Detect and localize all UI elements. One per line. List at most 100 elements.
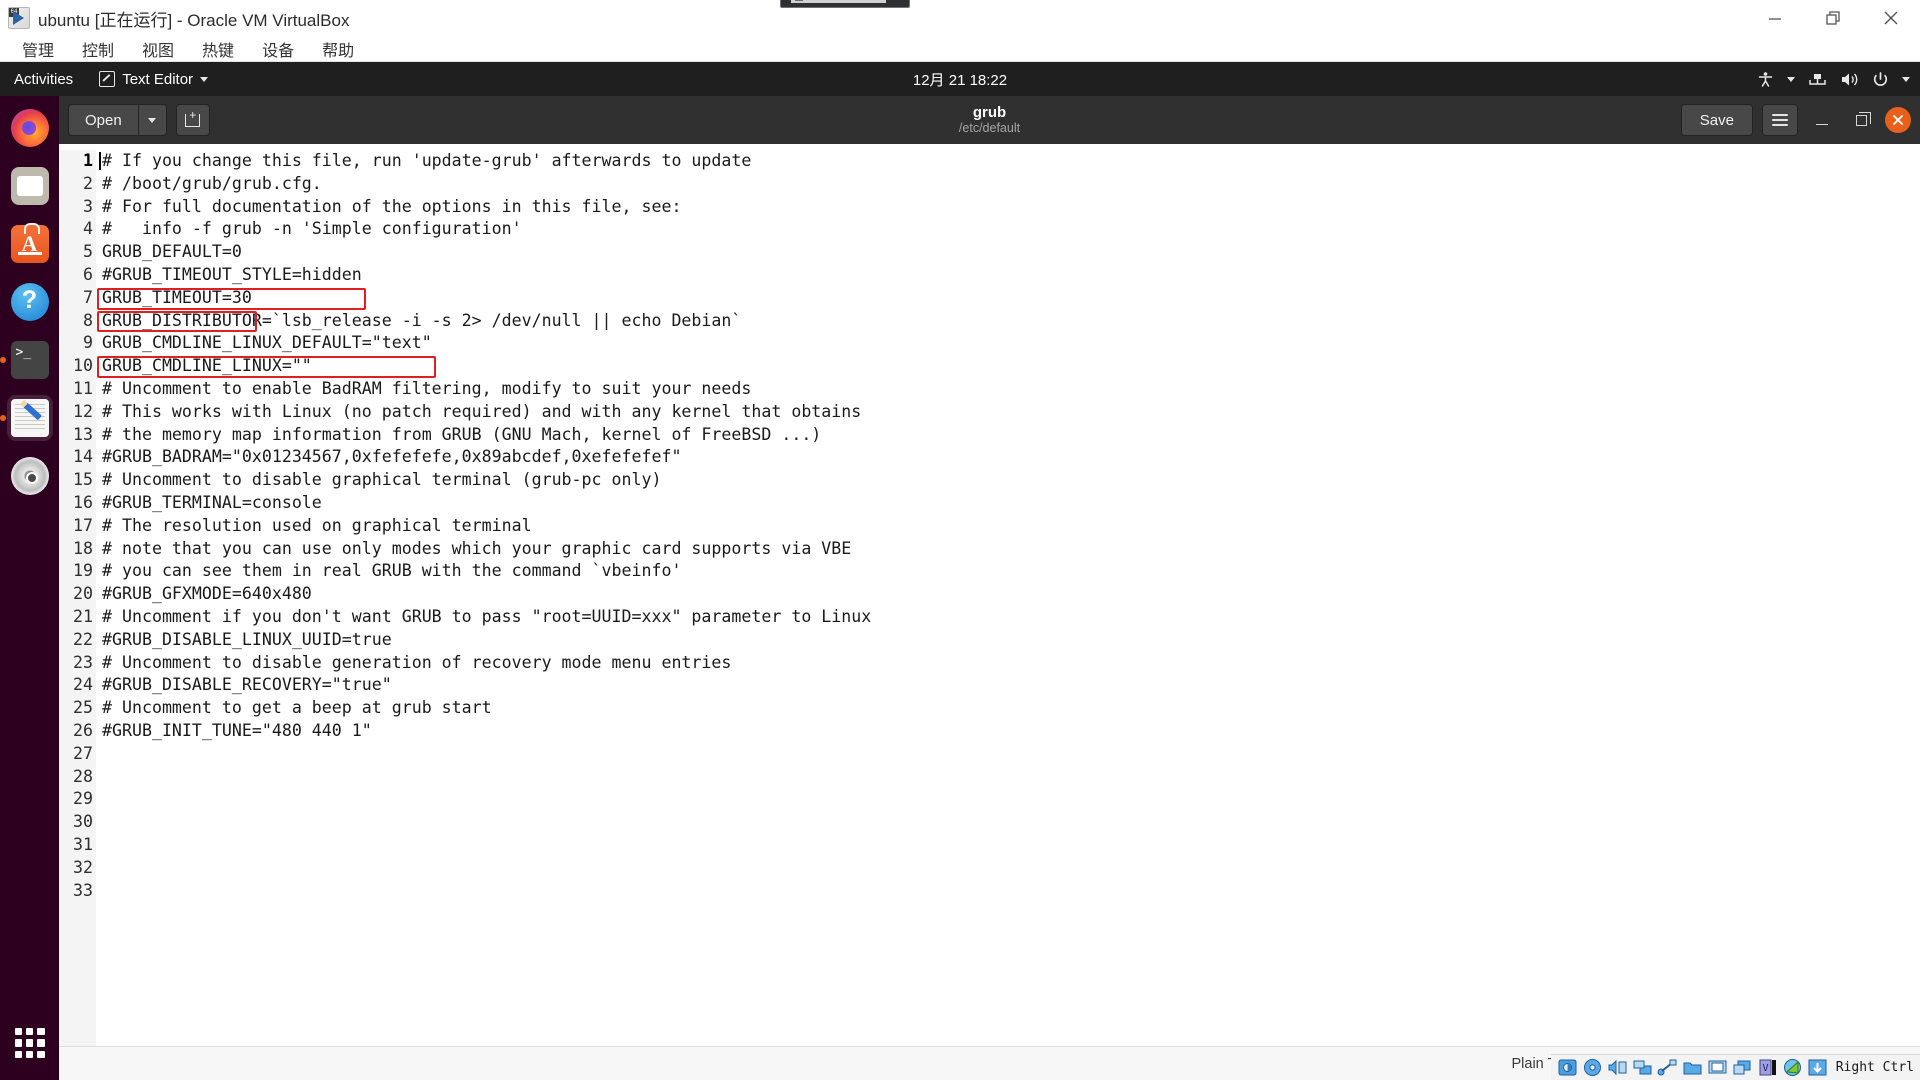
- code-line[interactable]: # Uncomment to enable BadRAM filtering, …: [102, 378, 1920, 401]
- menu-item-control[interactable]: 控制: [68, 37, 128, 61]
- dock-item-terminal[interactable]: [0, 337, 53, 383]
- dock-item-firefox[interactable]: [7, 105, 53, 151]
- new-document-button[interactable]: [175, 104, 210, 136]
- page-title: grub: [972, 103, 1007, 121]
- ubuntu-dock: [0, 96, 59, 1080]
- system-tray[interactable]: [1757, 71, 1910, 88]
- dock-item-help[interactable]: [7, 279, 53, 325]
- mouse-integration-icon[interactable]: [1782, 1058, 1803, 1077]
- line-number: 13: [73, 424, 93, 444]
- mini-preview-bar: [791, 0, 886, 3]
- optical-disk-icon[interactable]: [1582, 1058, 1603, 1077]
- code-line[interactable]: #GRUB_BADRAM="0x01234567,0xfefefefe,0x89…: [102, 446, 1920, 469]
- line-number: 28: [73, 766, 93, 786]
- clock[interactable]: 12月 21 18:22: [913, 69, 1007, 90]
- app-menu-button[interactable]: Text Editor: [99, 71, 209, 88]
- code-line[interactable]: #GRUB_DISABLE_LINUX_UUID=true: [102, 629, 1920, 652]
- line-number: 22: [73, 629, 93, 649]
- open-dropdown-button[interactable]: [137, 104, 167, 136]
- menu-item-manage[interactable]: 管理: [8, 37, 68, 61]
- text-editor-icon: [10, 399, 49, 437]
- code-line[interactable]: # /boot/grub/grub.cfg.: [102, 173, 1920, 196]
- code-line[interactable]: #GRUB_GFXMODE=640x480: [102, 583, 1920, 606]
- dock-item-disc[interactable]: [7, 453, 53, 499]
- dock-item-ubuntu-software[interactable]: [7, 221, 53, 267]
- code-line[interactable]: # Uncomment to disable generation of rec…: [102, 652, 1920, 675]
- close-icon: [1893, 115, 1903, 125]
- display-icon[interactable]: [1707, 1058, 1728, 1077]
- usb-icon[interactable]: [1657, 1058, 1678, 1077]
- code-line[interactable]: GRUB_DEFAULT=0: [102, 241, 1920, 264]
- window-close-button[interactable]: [1885, 107, 1911, 133]
- menu-item-view[interactable]: 视图: [128, 37, 188, 61]
- app-store-icon: [10, 223, 49, 263]
- recording-icon[interactable]: [1732, 1058, 1753, 1077]
- save-button[interactable]: Save: [1680, 104, 1753, 136]
- text-cursor: [99, 152, 101, 170]
- power-icon[interactable]: [1872, 71, 1889, 88]
- code-line[interactable]: # you can see them in real GRUB with the…: [102, 560, 1920, 583]
- code-line[interactable]: #GRUB_TIMEOUT_STYLE=hidden: [102, 264, 1920, 287]
- host-restore-button[interactable]: [1804, 0, 1862, 36]
- system-menu-chevron-down-icon[interactable]: [1902, 76, 1910, 82]
- main-menu-button[interactable]: [1762, 104, 1798, 136]
- code-line[interactable]: # Uncomment to disable graphical termina…: [102, 469, 1920, 492]
- running-indicator: [0, 357, 6, 363]
- host-minimize-button[interactable]: [1746, 0, 1804, 36]
- code-line[interactable]: GRUB_TIMEOUT=30: [102, 287, 1920, 310]
- code-line[interactable]: # If you change this file, run 'update-g…: [99, 150, 1920, 173]
- window-minimize-button[interactable]: [1807, 105, 1837, 135]
- shared-folder-icon[interactable]: [1682, 1058, 1703, 1077]
- virtualbox-status-bar: V Right Ctrl: [1550, 1054, 1920, 1080]
- dock-item-files[interactable]: [7, 163, 53, 209]
- menu-item-hotkey[interactable]: 热键: [188, 37, 248, 61]
- menu-item-devices[interactable]: 设备: [248, 37, 308, 61]
- code-line[interactable]: GRUB_DISTRIBUTOR=`lsb_release -i -s 2> /…: [102, 310, 1920, 333]
- open-button[interactable]: Open: [68, 104, 138, 136]
- host-key-label: Right Ctrl: [1835, 1060, 1914, 1075]
- code-line[interactable]: # This works with Linux (no patch requir…: [102, 401, 1920, 424]
- virtualization-icon[interactable]: V: [1757, 1058, 1778, 1077]
- code-line[interactable]: # info -f grub -n 'Simple configuration': [102, 218, 1920, 241]
- volume-icon[interactable]: [1840, 71, 1859, 88]
- code-line[interactable]: GRUB_CMDLINE_LINUX="": [102, 355, 1920, 378]
- audio-icon[interactable]: [1607, 1058, 1628, 1077]
- network-icon[interactable]: [1632, 1058, 1653, 1077]
- code-line[interactable]: # The resolution used on graphical termi…: [102, 515, 1920, 538]
- tray-chevron-down-icon[interactable]: [1787, 76, 1795, 82]
- code-line[interactable]: # note that you can use only modes which…: [102, 538, 1920, 561]
- running-indicator: [0, 415, 6, 421]
- line-number: 6: [83, 264, 93, 284]
- line-number: 30: [73, 812, 93, 832]
- accessibility-icon[interactable]: [1757, 71, 1774, 88]
- host-close-button[interactable]: [1862, 0, 1920, 36]
- code-line[interactable]: # Uncomment to get a beep at grub start: [102, 697, 1920, 720]
- line-number: 14: [73, 447, 93, 467]
- menu-item-help[interactable]: 帮助: [308, 37, 368, 61]
- dock-item-text-editor[interactable]: [0, 395, 53, 441]
- code-line[interactable]: #GRUB_INIT_TUNE="480 440 1": [102, 720, 1920, 743]
- code-line[interactable]: #GRUB_DISABLE_RECOVERY="true": [102, 674, 1920, 697]
- code-line[interactable]: # Uncomment if you don't want GRUB to pa…: [102, 606, 1920, 629]
- line-number: 12: [73, 401, 93, 421]
- new-document-icon: [185, 109, 201, 127]
- editor-text-area[interactable]: 1 2 3 4 5 6 7 8 9 10 11 12 13 14 15 16 17 18 19 20 21 22 23 24 2…: [59, 144, 1920, 1046]
- document-title-block: grub /etc/default: [59, 104, 1920, 136]
- code-content[interactable]: # If you change this file, run 'update-g…: [96, 150, 1920, 1046]
- line-number: 7: [83, 287, 93, 307]
- keyboard-capture-icon[interactable]: [1807, 1058, 1828, 1077]
- code-line[interactable]: GRUB_CMDLINE_LINUX_DEFAULT="text": [102, 332, 1920, 355]
- line-number: 15: [73, 470, 93, 490]
- code-line[interactable]: # For full documentation of the options …: [102, 196, 1920, 219]
- show-applications-icon[interactable]: [14, 1028, 45, 1058]
- line-number: 29: [73, 789, 93, 809]
- code-line[interactable]: # the memory map information from GRUB (…: [102, 424, 1920, 447]
- hard-disk-icon[interactable]: [1557, 1058, 1578, 1077]
- code-line[interactable]: #GRUB_TERMINAL=console: [102, 492, 1920, 515]
- network-icon[interactable]: [1808, 71, 1827, 88]
- activities-button[interactable]: Activities: [0, 71, 87, 88]
- editor-header-bar: Open grub /etc/default Save: [59, 96, 1920, 144]
- window-maximize-button[interactable]: [1846, 105, 1876, 135]
- line-number: 10: [73, 356, 93, 376]
- virtualbox-menubar: 管理 控制 视图 热键 设备 帮助: [0, 36, 1920, 62]
